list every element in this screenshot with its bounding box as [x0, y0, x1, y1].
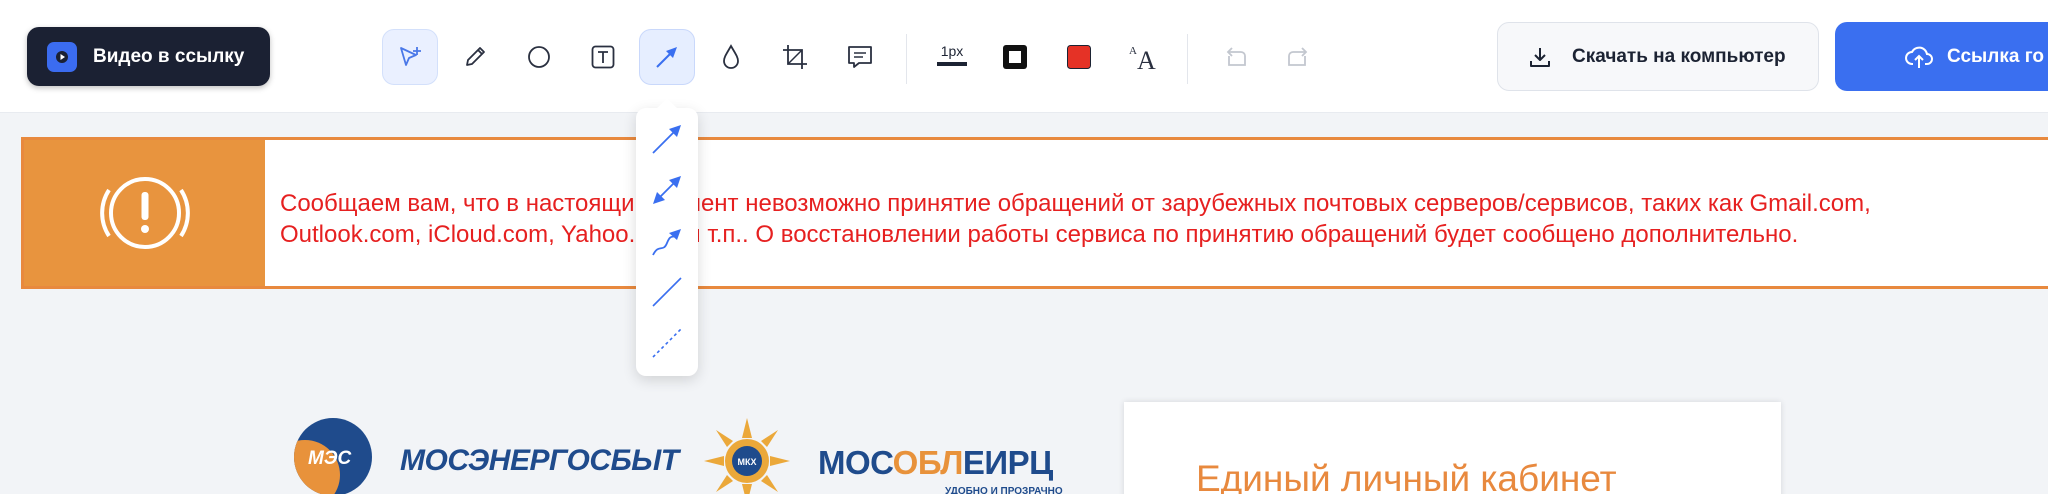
undo-icon [1226, 47, 1246, 66]
cloud-upload-icon [1905, 46, 1933, 68]
mosobl-part-b: ОБЛ [892, 444, 964, 481]
arrow-style-double[interactable] [649, 172, 685, 208]
text-tool-button[interactable] [575, 29, 631, 85]
notice-text: Сообщаем вам, что в настоящий момент нев… [280, 188, 1871, 250]
svg-text:A: A [1129, 45, 1137, 57]
arrow-icon [656, 47, 677, 68]
arrow-end-icon [652, 125, 681, 154]
notice-banner: Сообщаем вам, что в настоящий момент нев… [21, 137, 2048, 289]
notice-icon-panel [24, 140, 265, 286]
arrow-style-single[interactable] [649, 121, 685, 157]
text-icon [591, 45, 615, 69]
editor-toolbar: Видео в ссылку 1px AA Скачать на компьют… [0, 0, 2048, 113]
mosobleirc-name: МОСОБЛЕИРЦ [818, 444, 1053, 482]
undo-button[interactable] [1207, 29, 1263, 85]
login-card: Единый личный кабинет [1124, 402, 1781, 494]
font-size-button[interactable]: AA [1115, 29, 1171, 85]
line-style-dashed[interactable] [649, 325, 685, 361]
comment-tool-button[interactable] [832, 29, 888, 85]
crop-icon [783, 45, 807, 69]
pencil-tool-button[interactable] [447, 29, 503, 85]
mkhk-text: МКХ [738, 457, 757, 467]
brand-logos: МЭС МОСЭНЕРГОСБЫТ МКХ МОСОБЛЕИРЦ УДОБНО … [290, 412, 1090, 494]
font-size-icon: AA [1129, 45, 1156, 74]
stroke-color-icon [1003, 45, 1027, 69]
pencil-icon [466, 47, 485, 66]
blur-tool-button[interactable] [703, 29, 759, 85]
circle-tool-button[interactable] [511, 29, 567, 85]
svg-text:A: A [1137, 46, 1156, 74]
share-link-button[interactable]: Ссылка го [1835, 22, 2048, 91]
sun-logo: МКХ [702, 416, 792, 494]
stroke-color-button[interactable] [987, 29, 1043, 85]
notice-line-1: Сообщаем вам, что в настоящий момент нев… [280, 190, 1871, 217]
download-label: Скачать на компьютер [1572, 45, 1786, 67]
arrow-style-menu [636, 98, 698, 376]
notice-line-2: Outlook.com, iCloud.com, Yahoo.com и т.п… [280, 221, 1799, 248]
line-width-button[interactable]: 1px [937, 44, 967, 66]
select-tool-button[interactable] [382, 29, 438, 85]
download-button[interactable]: Скачать на компьютер [1497, 22, 1819, 91]
card-title: Единый личный кабинет [1196, 458, 1617, 494]
download-icon [1530, 47, 1550, 67]
circle-icon [528, 46, 550, 68]
blur-drop-icon [723, 44, 739, 69]
line-width-icon [937, 62, 967, 66]
line-width-label: 1px [940, 43, 964, 59]
line-style-solid[interactable] [649, 274, 685, 310]
fill-color-icon [1067, 45, 1091, 69]
arrow-double-icon [653, 176, 681, 204]
toolbar-divider [906, 34, 907, 84]
line-solid-icon [652, 277, 682, 307]
brand-tagline: УДОБНО И ПРОЗРАЧНО [945, 486, 1063, 494]
arrow-tool-button[interactable] [639, 29, 695, 85]
mosenergosbyt-name: МОСЭНЕРГОСБЫТ [400, 444, 679, 477]
alert-icon [99, 177, 190, 249]
comment-icon [848, 46, 872, 68]
arrow-curved-icon [652, 229, 681, 256]
mes-logo: МЭС [294, 418, 372, 494]
share-link-label: Ссылка го [1947, 45, 2044, 67]
redo-button[interactable] [1271, 29, 1327, 85]
mosobl-part-a: МОС [818, 444, 893, 481]
mes-abbr: МЭС [308, 448, 352, 469]
toolbar-divider [1187, 34, 1188, 84]
video-link-button[interactable]: Видео в ссылку [27, 27, 270, 86]
fill-color-button[interactable] [1051, 29, 1107, 85]
redo-icon [1288, 47, 1308, 66]
line-dashed-icon [652, 328, 682, 358]
video-icon [47, 41, 77, 72]
arrow-style-curved[interactable] [649, 223, 685, 259]
mosobl-part-c: ЕИРЦ [962, 444, 1053, 481]
video-link-label: Видео в ссылку [93, 45, 245, 67]
select-plus-icon [400, 47, 421, 66]
crop-tool-button[interactable] [767, 29, 823, 85]
